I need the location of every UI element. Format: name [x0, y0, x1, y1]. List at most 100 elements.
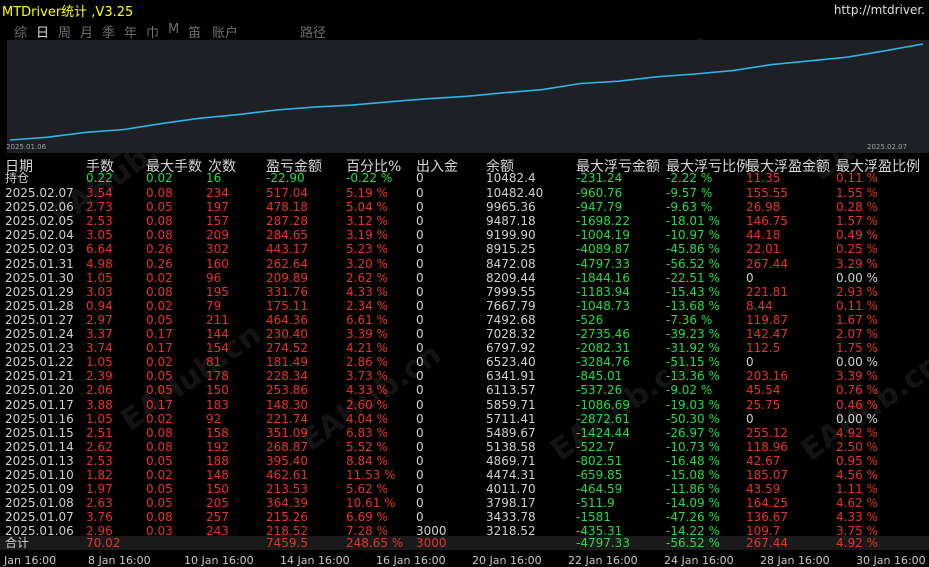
cell-max-fp-pct: 2.93 %	[836, 284, 878, 299]
cell-balance: 4474.31	[486, 468, 536, 482]
cell-max-lots: 0.05	[146, 482, 173, 497]
tab-month[interactable]: 月	[80, 22, 93, 41]
cell-max-dd: -511.9	[576, 496, 615, 511]
cell-lots: 2.39	[86, 369, 113, 384]
table-row: 2025.02.06 2.73 0.05 197 478.18 5.04 % 0 9965.3…	[0, 200, 929, 214]
tab-path[interactable]: 路径	[300, 22, 326, 41]
cell-max-lots: 0.02	[146, 411, 173, 426]
cell-max-dd: -537.26	[576, 383, 623, 398]
cell-max-dd: -960.76	[576, 186, 623, 200]
cell-lots: 2.51	[86, 425, 113, 440]
tab-year[interactable]: 年	[124, 22, 137, 41]
cell-max-lots: 0.08	[146, 284, 173, 299]
cell-max-fp: 43.59	[746, 482, 781, 497]
tab-day[interactable]: 日	[36, 22, 49, 41]
tab-week[interactable]: 周	[58, 22, 71, 41]
cell-balance: 9965.36	[486, 200, 536, 215]
table-row: 2025.01.10 1.82 0.02 148 462.61 11.53 % 0 4474.…	[0, 468, 929, 482]
cell-io: 0	[416, 397, 424, 412]
table-row: 2025.01.16 1.05 0.02 92 221.74 4.04 % 0 5711.41…	[0, 412, 929, 426]
cell-max-fp: 11.35	[746, 171, 781, 185]
cell-max-dd: -526	[576, 312, 604, 327]
cell-date: 2025.01.27	[5, 312, 74, 327]
cell-io: 0	[416, 411, 424, 426]
cell-max-fp: 8.44	[746, 298, 773, 313]
cell-pl: 364.39	[266, 496, 308, 511]
cell-max-lots: 0.17	[146, 397, 173, 412]
site-url[interactable]: http://mtdriver.	[834, 3, 925, 17]
cell-max-fp: 267.44	[746, 536, 788, 550]
cell-pct: 6.83 %	[346, 425, 388, 440]
cell-io: 0	[416, 482, 424, 497]
cell-max-fp: 26.98	[746, 200, 781, 215]
cell-max-dd: -1424.44	[576, 425, 630, 440]
cell-pl: 284.65	[266, 228, 308, 243]
time-axis-label: 20 Jan 16:00	[472, 554, 542, 567]
cell-max-dd: -947.79	[576, 200, 623, 215]
cell-max-dd: -1844.16	[576, 270, 630, 285]
cell-balance: 5711.41	[486, 411, 536, 426]
tab-comment[interactable]: 笛	[188, 22, 201, 41]
cell-date: 2025.01.22	[5, 355, 74, 370]
app-title: MTDriver统计 ,V3.25	[2, 5, 134, 20]
cell-date: 2025.02.04	[5, 228, 74, 243]
cell-max-fp-pct: 0.11 %	[836, 171, 878, 185]
cell-balance: 8209.44	[486, 270, 536, 285]
cell-max-dd-pct: -22.51 %	[666, 270, 720, 285]
cell-max-dd: -845.01	[576, 369, 623, 384]
cell-io: 0	[416, 341, 424, 356]
cell-pl: 462.61	[266, 468, 308, 482]
cell-max-lots: 0.05	[146, 200, 173, 215]
chart-start-label: 2025.01.06	[6, 143, 47, 151]
cell-pct: 6.61 %	[346, 312, 388, 327]
cell-max-fp-pct: 0.11 %	[836, 298, 878, 313]
cell-count: 195	[206, 284, 229, 299]
cell-max-dd-pct: -26.97 %	[666, 425, 720, 440]
cell-count: 197	[206, 200, 229, 215]
cell-lots: 6.64	[86, 242, 113, 257]
cell-lots: 0.22	[86, 171, 113, 185]
table-row: 2025.01.22 1.05 0.02 81 181.49 2.86 % 0 6523.40…	[0, 355, 929, 369]
cell-pl: 287.28	[266, 214, 308, 229]
cell-lots: 3.05	[86, 228, 113, 243]
cell-pl: 443.17	[266, 242, 308, 257]
cell-lots: 3.03	[86, 284, 113, 299]
cell-max-fp: 136.67	[746, 510, 788, 525]
tab-symbol[interactable]: 巾	[146, 22, 159, 41]
tab-quarter[interactable]: 季	[102, 22, 115, 41]
table-row: 2025.01.20 2.06 0.05 150 253.86 4.33 % 0 6113.5…	[0, 383, 929, 397]
cell-max-fp: 0	[746, 411, 754, 426]
cell-count: 150	[206, 383, 229, 398]
table-row: 2025.02.04 3.05 0.08 209 284.65 3.19 % 0 9199.9…	[0, 228, 929, 242]
cell-max-fp-pct: 4.33 %	[836, 510, 878, 525]
cell-max-dd: -2735.46	[576, 327, 630, 341]
cell-lots: 2.63	[86, 496, 113, 511]
cell-pct: 3.20 %	[346, 256, 388, 271]
tab-magic[interactable]: M	[168, 22, 179, 37]
cell-max-dd-pct: -51.15 %	[666, 355, 720, 370]
cell-lots: 0.94	[86, 298, 113, 313]
cell-pl: 395.40	[266, 453, 308, 468]
cell-balance: 5859.71	[486, 397, 536, 412]
tab-summary[interactable]: 综	[14, 22, 27, 41]
time-axis-label: 8 Jan 16:00	[88, 554, 151, 567]
cell-max-dd: -3284.76	[576, 355, 630, 370]
time-axis-label: 28 Jan 16:00	[760, 554, 830, 567]
cell-max-fp: 119.87	[746, 312, 788, 327]
table-row: 2025.01.28 0.94 0.02 79 175.11 2.34 % 0 7667.79…	[0, 299, 929, 313]
cell-max-fp-pct: 1.75 %	[836, 341, 878, 356]
time-axis-label: 30 Jan 16:00	[856, 554, 926, 567]
cell-max-fp-pct: 4.62 %	[836, 496, 878, 511]
cell-max-fp-pct: 4.56 %	[836, 468, 878, 482]
position-row: 持仓 0.22 0.02 16 -22.90 -0.22 % 0 10482.4 -231.24…	[0, 171, 929, 185]
cell-max-lots: 0.05	[146, 453, 173, 468]
cell-lots: 1.05	[86, 411, 113, 426]
cell-lots: 4.98	[86, 256, 113, 271]
cell-max-dd-pct: -15.43 %	[666, 284, 720, 299]
cell-max-fp: 267.44	[746, 256, 788, 271]
cell-max-dd: -1004.19	[576, 228, 630, 243]
cell-pl: 517.04	[266, 186, 308, 200]
tab-account[interactable]: 账户	[212, 22, 238, 41]
cell-lots: 3.76	[86, 510, 113, 525]
cell-pl: 351.09	[266, 425, 308, 440]
